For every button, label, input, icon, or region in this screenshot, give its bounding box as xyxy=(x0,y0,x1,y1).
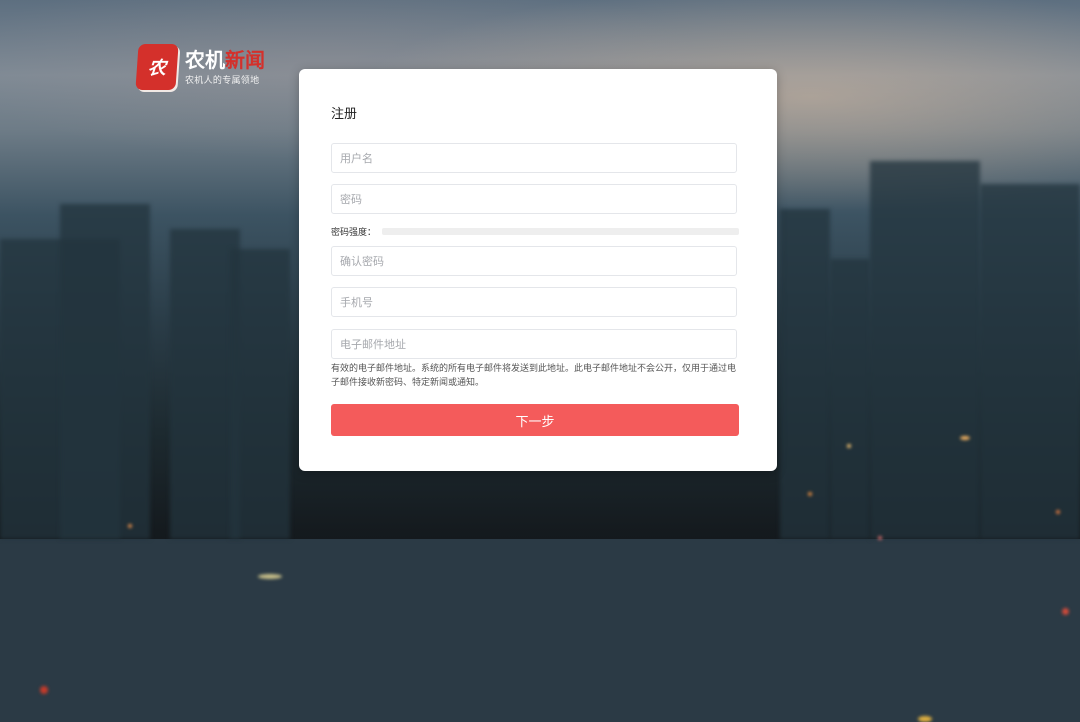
password-strength-label: 密码强度： xyxy=(331,228,377,238)
password-strength: 密码强度： xyxy=(331,225,739,238)
confirm-password-input[interactable] xyxy=(331,246,737,276)
email-input[interactable] xyxy=(331,329,737,359)
logo-char: 农 xyxy=(147,58,167,79)
logo-emblem-icon: 农 xyxy=(135,44,179,90)
username-input[interactable] xyxy=(331,143,737,173)
logo-text: 农机新闻 农机人的专属领地 xyxy=(185,48,265,86)
password-input[interactable] xyxy=(331,184,737,214)
brand-name-part2: 新闻 xyxy=(225,48,265,72)
email-hint: 有效的电子邮件地址。系统的所有电子邮件将发送到此地址。此电子邮件地址不会公开，仅… xyxy=(331,364,737,388)
register-card: 注册 密码强度： 有效的电子邮件地址。系统的所有电子邮件将发送到此地址。此电子邮… xyxy=(299,69,777,471)
brand-logo[interactable]: 农 农机新闻 农机人的专属领地 xyxy=(135,44,265,90)
next-step-button[interactable]: 下一步 xyxy=(331,404,739,436)
brand-name: 农机新闻 xyxy=(185,48,265,72)
brand-name-part1: 农机 xyxy=(185,48,225,72)
form-title: 注册 xyxy=(331,107,358,122)
brand-slogan: 农机人的专属领地 xyxy=(185,76,260,86)
phone-input[interactable] xyxy=(331,287,737,317)
password-strength-bar xyxy=(382,228,739,235)
